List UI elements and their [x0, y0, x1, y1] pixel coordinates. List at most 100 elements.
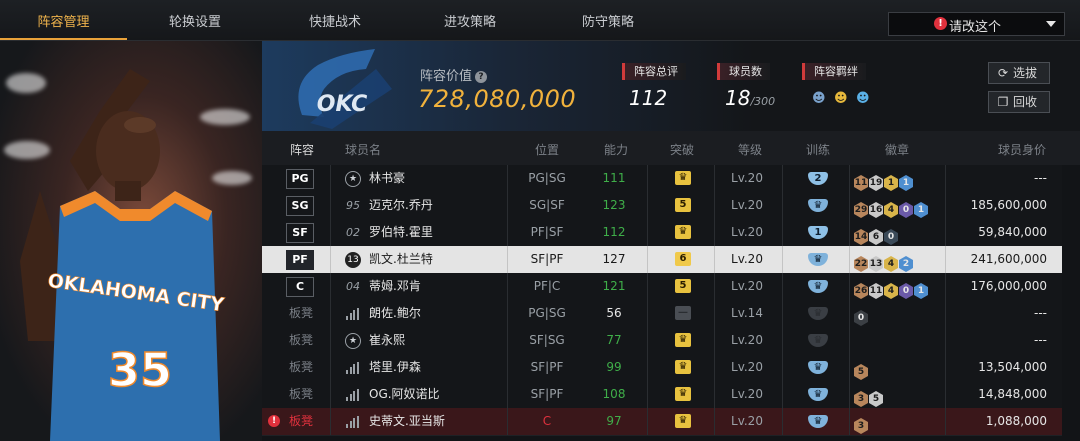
player-row[interactable]: C 04 蒂姆.邓肯 PF|C 121 5 Lv.20 ♛ 26 11 4 0 1 176,000,000: [262, 273, 1062, 301]
badge-icon: 6: [869, 229, 883, 245]
crown-icon[interactable]: ♛: [675, 171, 691, 185]
col-breakthrough[interactable]: 突破: [652, 141, 712, 158]
star-icon: ★: [345, 171, 361, 187]
player-row[interactable]: 板凳 OG.阿奴诺比 SF|PF 108 ♛ Lv.20 ♛ 3 5 14,848,000: [262, 381, 1062, 409]
player-name[interactable]: 崔永熙: [369, 327, 405, 354]
column-divider: [330, 273, 331, 300]
player-name[interactable]: 迈克尔.乔丹: [369, 192, 433, 219]
training-crown-icon[interactable]: ♛: [808, 253, 828, 266]
badge-list[interactable]: 22 13 4 2: [854, 251, 914, 272]
bench-label: 板凳: [289, 333, 314, 347]
col-player-name[interactable]: 球员名: [345, 141, 381, 158]
training-crown-icon[interactable]: ♛: [808, 199, 828, 212]
crown-icon[interactable]: ♛: [675, 333, 691, 347]
training-level-badge[interactable]: 1: [808, 226, 828, 239]
player-row[interactable]: 板凳 ★ 崔永熙 SF|SG 77 ♛ Lv.20 ♛ ---: [262, 327, 1062, 355]
lineup-value-label: 阵容价值?: [420, 65, 488, 84]
training-crown-icon[interactable]: ♛: [808, 388, 828, 401]
chemistry-icon-3[interactable]: ☻: [856, 91, 872, 106]
player-name[interactable]: 林书豪: [369, 165, 405, 192]
badge-list[interactable]: 26 11 4 0 1: [854, 278, 929, 299]
column-divider: [507, 165, 508, 192]
column-divider: [782, 273, 783, 300]
badge-list[interactable]: 3: [854, 413, 869, 434]
player-value: ---: [1034, 306, 1047, 320]
col-player-value[interactable]: 球员身价: [982, 141, 1062, 158]
player-level: Lv.20: [731, 252, 763, 266]
tab-offense-strategy[interactable]: 进攻策略: [410, 0, 530, 40]
breakthrough-badge[interactable]: 5: [675, 198, 691, 212]
training-locked-icon[interactable]: ♛: [808, 307, 828, 320]
player-row[interactable]: PG ★ 林书豪 PG|SG 111 ♛ Lv.20 2 11 19 1 1 ---: [262, 165, 1062, 193]
player-name[interactable]: 凯文.杜兰特: [369, 246, 433, 273]
column-divider: [945, 381, 946, 408]
column-divider: [647, 192, 648, 219]
player-row[interactable]: PF 13 凯文.杜兰特 SF|PF 127 6 Lv.20 ♛ 22 13 4 2 241,600,0…: [262, 246, 1062, 274]
col-lineup[interactable]: 阵容: [282, 141, 322, 158]
column-divider: [507, 327, 508, 354]
crown-icon[interactable]: ♛: [675, 360, 691, 374]
chemistry-icon-1[interactable]: ☻: [812, 91, 828, 106]
top-nav: 阵容管理 轮换设置 快捷战术 进攻策略 防守策略 ! 请改这个: [0, 0, 1080, 41]
player-name[interactable]: 朗佐.鲍尔: [369, 300, 421, 327]
badge-list[interactable]: 14 6 0: [854, 224, 899, 245]
player-row[interactable]: SF 02 罗伯特.霍里 PF|SF 112 ♛ Lv.20 1 14 6 0 59,840,000: [262, 219, 1062, 247]
col-badges[interactable]: 徽章: [867, 141, 927, 158]
column-divider: [782, 192, 783, 219]
crown-icon[interactable]: ♛: [675, 387, 691, 401]
training-locked-icon[interactable]: ♛: [808, 334, 828, 347]
lineup-value: 728,080,000: [418, 85, 577, 113]
training-level-badge[interactable]: 2: [808, 172, 828, 185]
breakthrough-badge[interactable]: 6: [675, 252, 691, 266]
player-name[interactable]: 罗伯特.霍里: [369, 219, 433, 246]
player-level: Lv.20: [731, 360, 763, 374]
tab-lineup-management[interactable]: 阵容管理: [0, 0, 127, 40]
col-ability[interactable]: 能力: [586, 141, 646, 158]
player-row[interactable]: 板凳 塔里.伊森 SF|PF 99 ♛ Lv.20 ♛ 5 13,504,000: [262, 354, 1062, 382]
badge-list[interactable]: 11 19 1 1: [854, 170, 914, 191]
column-divider: [849, 273, 850, 300]
filter-button[interactable]: ⟳ 选拔: [988, 62, 1050, 84]
lineup-select-dropdown[interactable]: ! 请改这个: [888, 12, 1065, 36]
badge-list[interactable]: 29 16 4 0 1: [854, 197, 929, 218]
training-crown-icon[interactable]: ♛: [808, 415, 828, 428]
badge-list[interactable]: 35: [854, 386, 884, 407]
badge-icon: 29: [854, 202, 868, 218]
badge-list[interactable]: 0: [854, 305, 869, 326]
player-name[interactable]: 史蒂文.亚当斯: [369, 408, 445, 435]
column-divider: [945, 354, 946, 381]
player-name[interactable]: 蒂姆.邓肯: [369, 273, 421, 300]
player-value: 13,504,000: [978, 360, 1047, 374]
player-row[interactable]: SG 95 迈克尔.乔丹 SG|SF 123 5 Lv.20 ♛ 29 16 4 0 1 185,600,…: [262, 192, 1062, 220]
tab-quick-tactics[interactable]: 快捷战术: [275, 0, 395, 40]
chemistry-icon-2[interactable]: ☻: [834, 91, 850, 106]
player-value: 1,088,000: [985, 414, 1047, 428]
player-name[interactable]: 塔里.伊森: [369, 354, 421, 381]
help-icon[interactable]: ?: [475, 71, 488, 83]
col-position[interactable]: 位置: [517, 141, 577, 158]
column-divider: [330, 354, 331, 381]
training-crown-icon[interactable]: ♛: [808, 280, 828, 293]
recall-button[interactable]: ❐ 回收: [988, 91, 1050, 113]
col-training[interactable]: 训练: [788, 141, 848, 158]
breakthrough-badge[interactable]: 5: [675, 279, 691, 293]
player-position: SF|PF: [530, 360, 564, 374]
column-divider: [507, 219, 508, 246]
training-crown-icon[interactable]: ♛: [808, 361, 828, 374]
col-level[interactable]: 等级: [720, 141, 780, 158]
jersey-number: 95: [346, 199, 360, 212]
player-row[interactable]: 板凳 朗佐.鲍尔 PG|SG 56 — Lv.14 ♛ 0 ---: [262, 300, 1062, 328]
tab-rotation-settings[interactable]: 轮换设置: [135, 0, 255, 40]
column-divider: [849, 165, 850, 192]
player-name[interactable]: OG.阿奴诺比: [369, 381, 440, 408]
player-row[interactable]: ! 板凳 史蒂文.亚当斯 C 97 ♛ Lv.20 ♛ 3 1,088,000: [262, 408, 1062, 436]
crown-icon[interactable]: ♛: [675, 225, 691, 239]
column-divider: [849, 246, 850, 273]
column-divider: [647, 300, 648, 327]
crown-icon[interactable]: ♛: [675, 414, 691, 428]
tab-defense-strategy[interactable]: 防守策略: [548, 0, 668, 40]
player-ability: 121: [602, 279, 626, 293]
badge-list[interactable]: 5: [854, 359, 869, 380]
locked-breakthrough-icon[interactable]: —: [675, 306, 691, 320]
warning-icon: !: [268, 415, 280, 427]
